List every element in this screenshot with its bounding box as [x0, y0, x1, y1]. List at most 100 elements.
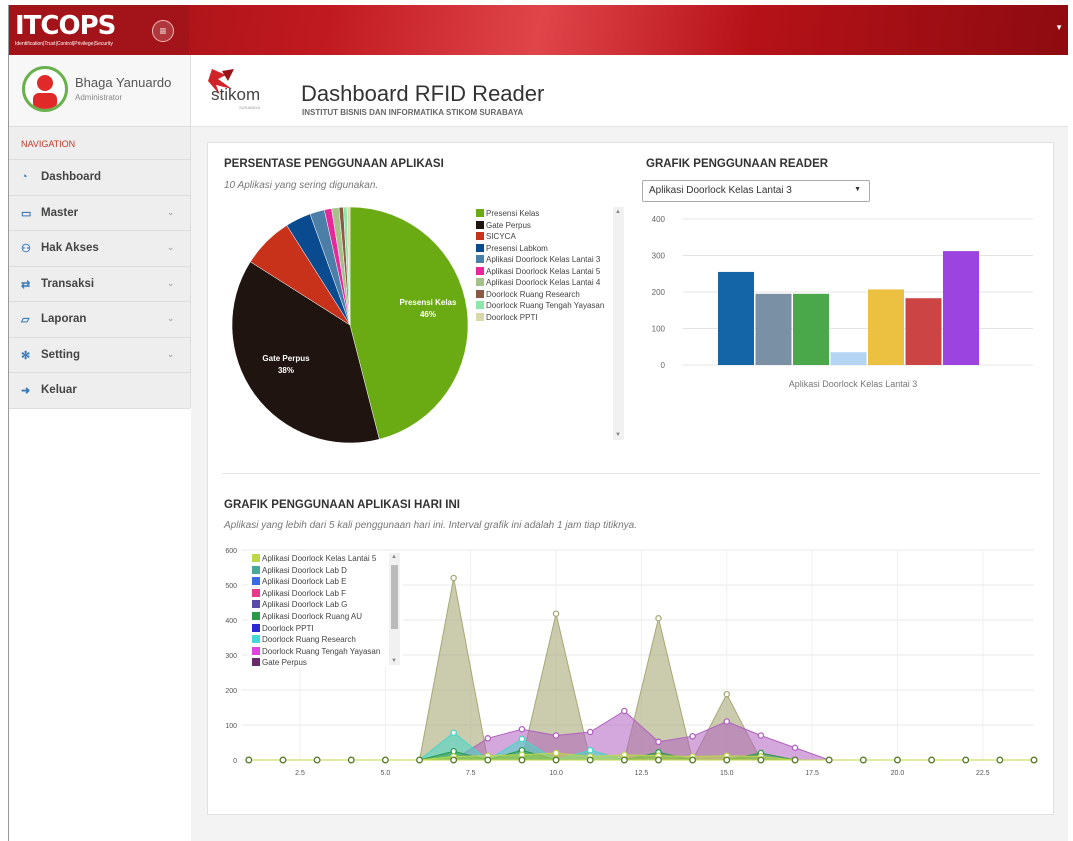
user-dropdown-caret-icon[interactable]: ▼ [1055, 23, 1063, 32]
scroll-down-icon[interactable]: ▼ [615, 432, 621, 438]
bar[interactable] [943, 251, 979, 365]
data-point[interactable] [928, 756, 936, 764]
bar[interactable] [830, 352, 867, 365]
data-point[interactable] [484, 735, 492, 742]
area-legend-scrollbar[interactable]: ▲ ▼ [389, 553, 400, 665]
chevron-down-icon: ⌄ [167, 349, 174, 359]
legend-item[interactable]: Presensi Labkom [476, 243, 548, 253]
data-point[interactable] [962, 756, 970, 764]
data-point[interactable] [245, 756, 253, 764]
data-point[interactable] [723, 756, 731, 764]
data-point[interactable] [620, 756, 628, 764]
bar[interactable] [793, 293, 829, 365]
data-point[interactable] [893, 756, 901, 764]
legend-item[interactable]: Aplikasi Doorlock Lab D [252, 565, 347, 575]
data-point[interactable] [996, 756, 1004, 764]
sidebar-item-laporan[interactable]: ▱ Laporan ⌄ [9, 302, 190, 338]
bar[interactable] [718, 271, 754, 365]
y-tick-label: 300 [652, 252, 666, 261]
data-point[interactable] [723, 690, 731, 698]
data-point[interactable] [689, 732, 696, 740]
legend-item[interactable]: Aplikasi Doorlock Lab F [252, 588, 346, 598]
line-section-title: GRAFIK PENGGUNAAN APLIKASI HARI INI [224, 499, 460, 511]
data-point[interactable] [484, 756, 492, 764]
data-point[interactable] [416, 756, 423, 764]
legend-item[interactable]: Aplikasi Doorlock Lab G [252, 600, 347, 609]
legend-item[interactable]: Gate Perpus [252, 658, 307, 667]
data-point[interactable] [655, 615, 662, 622]
legend-item[interactable]: Doorlock Ruang Research [476, 289, 580, 299]
area-legend-scroll-thumb[interactable] [391, 565, 398, 629]
sidebar-item-hak-akses[interactable]: ⚇ Hak Akses ⌄ [9, 231, 190, 267]
legend-item[interactable]: Aplikasi Doorlock Kelas Lantai 4 [476, 278, 600, 287]
x-tick-label: 15.0 [720, 770, 734, 777]
sidebar-item-master[interactable]: ▭ Master ⌄ [9, 196, 190, 231]
data-point[interactable] [586, 756, 594, 764]
data-point[interactable] [552, 732, 560, 739]
legend-item[interactable]: Gate Perpus [476, 220, 531, 230]
legend-swatch [476, 278, 484, 286]
data-point[interactable] [518, 756, 526, 764]
y-tick-label: 200 [652, 288, 666, 297]
data-point[interactable] [825, 756, 833, 764]
data-point[interactable] [518, 725, 526, 733]
bar[interactable] [905, 298, 942, 365]
data-point[interactable] [381, 756, 389, 764]
scroll-down-icon[interactable]: ▼ [391, 658, 397, 664]
legend-item[interactable]: SICYCA [476, 232, 516, 241]
data-point[interactable] [791, 744, 799, 751]
legend-item[interactable]: Aplikasi Doorlock Kelas Lantai 5 [476, 266, 600, 276]
legend-item[interactable]: Doorlock PPTI [476, 312, 538, 322]
sidebar-item-setting[interactable]: ✻ Setting ⌄ [9, 338, 190, 373]
data-point[interactable] [450, 747, 457, 755]
data-point[interactable] [313, 756, 321, 764]
data-point[interactable] [586, 746, 594, 754]
legend-item[interactable]: Aplikasi Doorlock Kelas Lantai 5 [252, 554, 376, 563]
legend-item[interactable]: Aplikasi Doorlock Lab E [252, 577, 346, 586]
data-point[interactable] [450, 574, 457, 582]
legend-item[interactable]: Presensi Kelas [476, 209, 539, 218]
data-point[interactable] [552, 749, 560, 757]
data-point[interactable] [347, 756, 355, 764]
data-point[interactable] [757, 732, 765, 739]
x-tick-label: 20.0 [891, 770, 905, 777]
data-point[interactable] [552, 756, 560, 764]
data-point[interactable] [552, 610, 560, 617]
data-point[interactable] [655, 756, 662, 764]
sidebar-item-keluar[interactable]: ➜ Keluar [9, 373, 190, 409]
sidebar-item-transaksi[interactable]: ⇄ Transaksi ⌄ [9, 267, 190, 302]
data-point[interactable] [757, 756, 765, 764]
reader-select[interactable]: Aplikasi Doorlock Kelas Lantai 3 ▼ [642, 180, 870, 202]
data-point[interactable] [723, 718, 731, 725]
x-tick-label: 7.5 [466, 770, 476, 777]
legend-label: Aplikasi Doorlock Kelas Lantai 5 [262, 554, 377, 563]
legend-item[interactable]: Doorlock Ruang Tengah Yayasan [476, 301, 604, 310]
user-profile[interactable]: Bhaga Yanuardo Administrator [9, 55, 190, 127]
legend-item[interactable]: Aplikasi Doorlock Ruang AU [252, 612, 362, 621]
data-point[interactable] [791, 756, 799, 764]
legend-swatch [476, 289, 484, 298]
scroll-up-icon[interactable]: ▲ [615, 209, 621, 215]
data-point[interactable] [621, 707, 628, 715]
data-point[interactable] [859, 756, 867, 764]
data-point[interactable] [450, 756, 458, 764]
menu-toggle-icon[interactable]: ≡ [152, 20, 174, 42]
data-point[interactable] [279, 756, 287, 764]
legend-item[interactable]: Aplikasi Doorlock Kelas Lantai 3 [476, 255, 600, 264]
pie-legend: Presensi Kelas Gate Perpus SICYCA Presensi … [472, 205, 624, 441]
legend-item[interactable]: Doorlock Ruang Tengah Yayasan [252, 646, 380, 656]
pie-legend-scrollbar[interactable]: ▲ ▼ [613, 207, 624, 440]
data-point[interactable] [518, 735, 526, 743]
scroll-up-icon[interactable]: ▲ [391, 554, 397, 560]
sidebar-item-dashboard[interactable]: ◔ Dashboard [9, 160, 190, 196]
data-point[interactable] [689, 756, 697, 764]
data-point[interactable] [586, 728, 594, 736]
bar[interactable] [868, 289, 904, 365]
data-point[interactable] [450, 729, 457, 736]
legend-item[interactable]: Doorlock PPTI [252, 623, 314, 633]
bar[interactable] [755, 293, 792, 365]
data-point[interactable] [1030, 756, 1038, 764]
legend-item[interactable]: Doorlock Ruang Research [252, 635, 356, 644]
legend-swatch [252, 646, 260, 655]
data-point[interactable] [655, 738, 662, 746]
